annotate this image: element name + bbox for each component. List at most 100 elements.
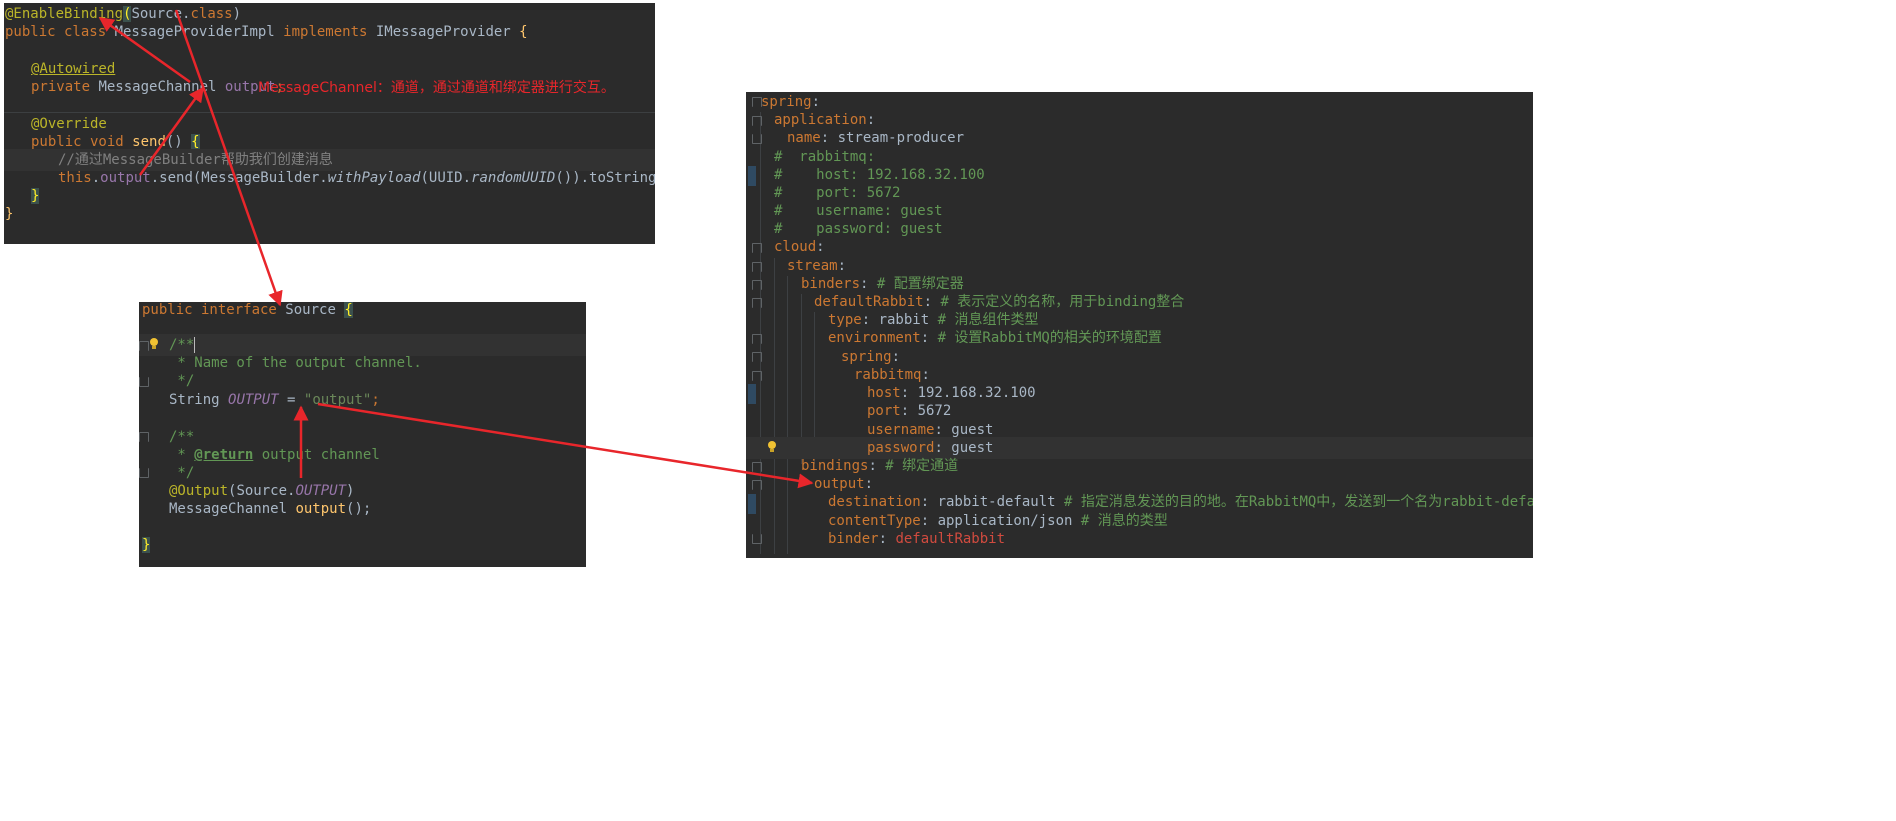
code-token: MessageProviderImpl [114, 24, 284, 40]
yaml-colon: : [861, 312, 879, 328]
code-token: (Source. [228, 483, 296, 499]
yaml-colon: : [820, 130, 838, 146]
fold-marker-icon[interactable] [139, 468, 149, 478]
yaml-key: host [867, 385, 901, 401]
yaml-key: username [867, 422, 935, 438]
code-token: send [132, 134, 166, 150]
yaml-key: binders [801, 276, 861, 292]
yaml-comment: # rabbitmq: [774, 149, 876, 165]
yaml-colon: : [816, 239, 825, 255]
code-token: public class [5, 24, 115, 40]
yaml-value: rabbit-default [937, 494, 1065, 510]
yaml-key: environment [828, 330, 921, 346]
yaml-value: 5672 [917, 403, 952, 419]
code-token: * Name of the output channel. [169, 355, 422, 371]
code-token: ()).toString()).build()); [555, 170, 655, 186]
code-token: String [169, 392, 229, 408]
code-token: output [295, 501, 347, 517]
fold-marker-icon[interactable] [139, 341, 149, 351]
yaml-colon: : [934, 440, 952, 456]
code-token: "output" [303, 392, 372, 408]
yaml-colon: : [864, 476, 874, 492]
yaml-colon: : [900, 403, 918, 419]
code-token: (UUID. [420, 170, 472, 186]
code-token: class [190, 6, 233, 22]
code-token: //通过MessageBuilder帮助我们创建消息 [58, 152, 333, 168]
code-token: public void [31, 134, 133, 150]
code-token: } [142, 537, 151, 553]
code-token: public interface [142, 302, 286, 318]
code-token: this [58, 170, 92, 186]
yaml-colon: : [923, 294, 941, 310]
code-token: () [165, 134, 192, 150]
yaml-key: stream [787, 258, 838, 274]
yaml-colon: : [860, 276, 877, 292]
yaml-comment: # 表示定义的名称，用于binding整合 [940, 294, 1185, 310]
code-token: ; [371, 392, 380, 408]
yaml-value: 192.168.32.100 [917, 385, 1036, 401]
yaml-colon: : [866, 112, 876, 128]
code-token: ) [232, 6, 242, 22]
code-token: withPayload [327, 170, 421, 186]
code-token: (); [346, 501, 372, 517]
yaml-panel-application-config: spring: application: name: stream-produc… [746, 92, 1533, 558]
code-token: @EnableBinding [5, 6, 124, 22]
yaml-comment: # port: 5672 [774, 185, 901, 201]
yaml-key: spring [761, 94, 812, 110]
code-token: IMessageProvider [375, 24, 520, 40]
yaml-key: rabbitmq [854, 367, 922, 383]
code-token: randomUUID [471, 170, 556, 186]
yaml-colon: : [920, 513, 938, 529]
code-token: . [91, 170, 101, 186]
code-token: { [191, 134, 200, 150]
yaml-colon: : [891, 349, 901, 365]
code-line: } [139, 534, 586, 556]
yaml-value: application/json [937, 513, 1081, 529]
yaml-comment: # username: guest [774, 203, 943, 219]
code-token: ) [346, 483, 355, 499]
yaml-colon: : [837, 258, 847, 274]
code-token: .send(MessageBuilder. [150, 170, 328, 186]
yaml-colon: : [811, 94, 821, 110]
yaml-key: spring [841, 349, 892, 365]
code-token: @Override [31, 116, 107, 132]
yaml-comment: # 消息的类型 [1080, 513, 1168, 529]
yaml-key: type [828, 312, 862, 328]
yaml-colon: : [878, 531, 896, 547]
yaml-line: binder: defaultRabbit [746, 528, 1533, 550]
yaml-key: output [814, 476, 865, 492]
code-token: */ [169, 465, 195, 481]
code-line: String OUTPUT = "output"; [139, 389, 586, 411]
code-token: Source [285, 302, 345, 318]
code-token: MessageChannel [98, 79, 225, 95]
yaml-comment: # password: guest [774, 221, 943, 237]
yaml-key: password [867, 440, 935, 456]
code-token: output channel [253, 447, 380, 463]
yaml-key: cloud [774, 239, 817, 255]
code-panel-message-provider: @EnableBinding(Source.class) public clas… [4, 3, 655, 244]
yaml-value: guest [951, 440, 994, 456]
fold-marker-icon[interactable] [139, 432, 149, 442]
code-line: public class MessageProviderImpl impleme… [4, 21, 655, 43]
yaml-comment: # 设置RabbitMQ的相关的环境配置 [937, 330, 1162, 346]
code-token: /** [169, 429, 195, 445]
fold-marker-icon[interactable] [139, 377, 149, 387]
lightbulb-icon[interactable] [767, 441, 777, 453]
yaml-colon: : [920, 494, 938, 510]
yaml-colon: : [868, 458, 886, 474]
lightbulb-icon[interactable] [149, 338, 159, 350]
text-cursor [194, 337, 196, 353]
code-token: { [344, 302, 353, 318]
yaml-key: contentType [828, 513, 921, 529]
code-line: } [4, 203, 655, 225]
yaml-key: bindings [801, 458, 869, 474]
yaml-key: destination [828, 494, 921, 510]
yaml-value: stream-producer [837, 130, 965, 146]
yaml-comment: # 消息组件类型 [937, 312, 1039, 328]
yaml-key: binder [828, 531, 879, 547]
code-token: MessageChannel [169, 501, 296, 517]
code-line: public interface Source { [139, 302, 586, 321]
yaml-key: name [787, 130, 821, 146]
yaml-comment: # 配置绑定器 [876, 276, 964, 292]
yaml-comment: # 指定消息发送的目的地。在RabbitMQ中，发送到一个名为rabbit-de… [1064, 494, 1533, 510]
